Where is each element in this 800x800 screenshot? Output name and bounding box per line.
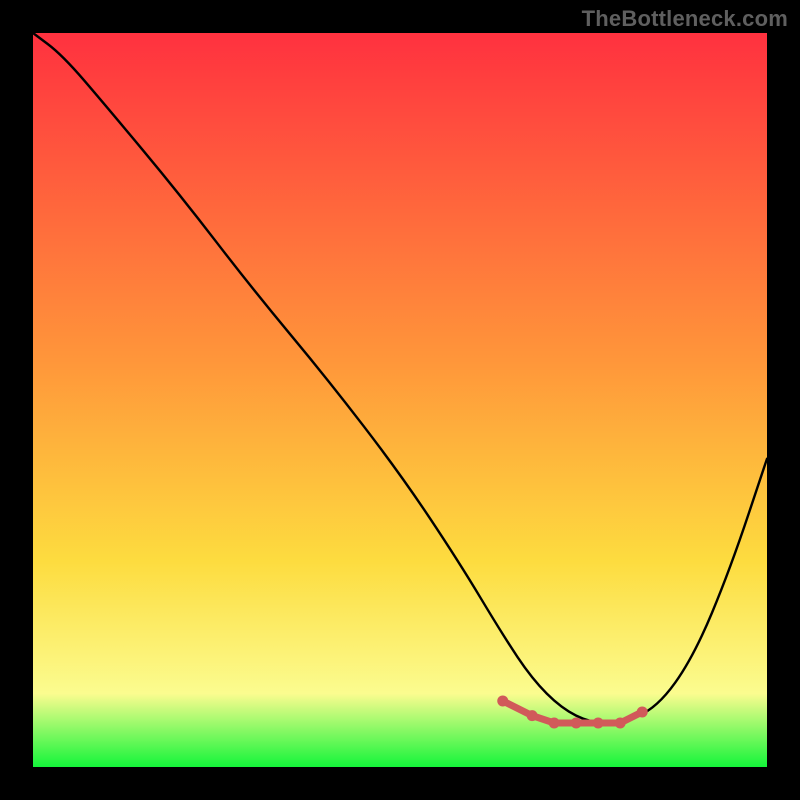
bottleneck-chart <box>0 0 800 800</box>
optimal-range-dot <box>549 717 560 728</box>
optimal-range-dot <box>571 717 582 728</box>
optimal-range-dot <box>593 717 604 728</box>
optimal-range-dot <box>637 706 648 717</box>
plot-background <box>33 33 767 767</box>
optimal-range-dot <box>615 717 626 728</box>
optimal-range-dot <box>497 695 508 706</box>
chart-container: TheBottleneck.com <box>0 0 800 800</box>
optimal-range-dot <box>527 710 538 721</box>
watermark-text: TheBottleneck.com <box>582 6 788 32</box>
